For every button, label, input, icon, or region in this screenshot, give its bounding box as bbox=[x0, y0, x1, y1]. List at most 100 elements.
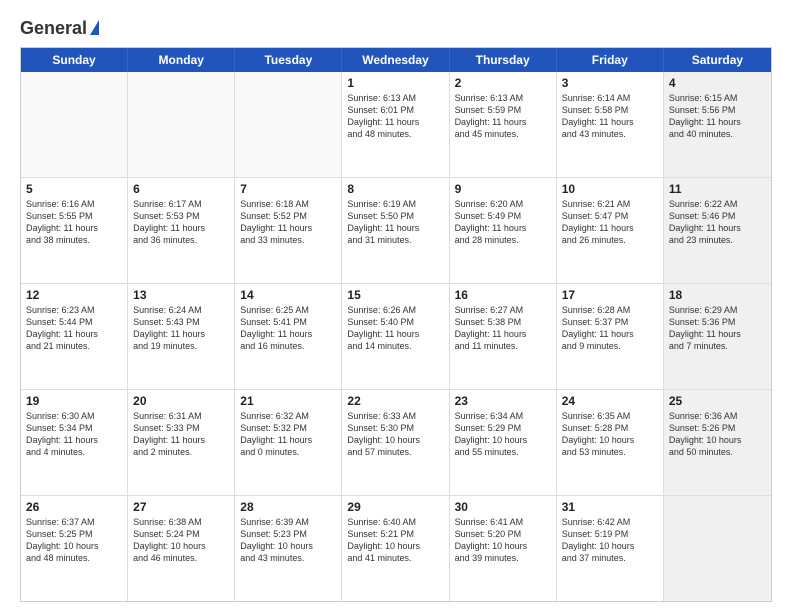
calendar-cell-row1-col7: 4 Sunrise: 6:15 AM Sunset: 5:56 PM Daylig… bbox=[664, 72, 771, 177]
day-info: Sunrise: 6:40 AM Sunset: 5:21 PM Dayligh… bbox=[347, 516, 443, 565]
day-number: 2 bbox=[455, 76, 551, 90]
calendar-cell-row1-col2 bbox=[128, 72, 235, 177]
day-info: Sunrise: 6:13 AM Sunset: 6:01 PM Dayligh… bbox=[347, 92, 443, 141]
calendar-cell-row3-col4: 15 Sunrise: 6:26 AM Sunset: 5:40 PM Dayli… bbox=[342, 284, 449, 389]
weekday-header-thursday: Thursday bbox=[450, 48, 557, 72]
day-number: 22 bbox=[347, 394, 443, 408]
day-number: 28 bbox=[240, 500, 336, 514]
day-info: Sunrise: 6:23 AM Sunset: 5:44 PM Dayligh… bbox=[26, 304, 122, 353]
weekday-header-saturday: Saturday bbox=[664, 48, 771, 72]
day-number: 7 bbox=[240, 182, 336, 196]
calendar-cell-row2-col6: 10 Sunrise: 6:21 AM Sunset: 5:47 PM Dayli… bbox=[557, 178, 664, 283]
day-info: Sunrise: 6:22 AM Sunset: 5:46 PM Dayligh… bbox=[669, 198, 766, 247]
weekday-header-monday: Monday bbox=[128, 48, 235, 72]
day-info: Sunrise: 6:13 AM Sunset: 5:59 PM Dayligh… bbox=[455, 92, 551, 141]
day-number: 12 bbox=[26, 288, 122, 302]
day-info: Sunrise: 6:21 AM Sunset: 5:47 PM Dayligh… bbox=[562, 198, 658, 247]
day-number: 27 bbox=[133, 500, 229, 514]
day-info: Sunrise: 6:34 AM Sunset: 5:29 PM Dayligh… bbox=[455, 410, 551, 459]
logo-general-text: General bbox=[20, 18, 87, 39]
calendar-cell-row5-col4: 29 Sunrise: 6:40 AM Sunset: 5:21 PM Dayli… bbox=[342, 496, 449, 601]
weekday-header-sunday: Sunday bbox=[21, 48, 128, 72]
day-number: 5 bbox=[26, 182, 122, 196]
logo-triangle-icon bbox=[90, 20, 99, 35]
day-number: 30 bbox=[455, 500, 551, 514]
day-info: Sunrise: 6:33 AM Sunset: 5:30 PM Dayligh… bbox=[347, 410, 443, 459]
day-info: Sunrise: 6:37 AM Sunset: 5:25 PM Dayligh… bbox=[26, 516, 122, 565]
calendar-row-1: 1 Sunrise: 6:13 AM Sunset: 6:01 PM Daylig… bbox=[21, 72, 771, 178]
day-info: Sunrise: 6:32 AM Sunset: 5:32 PM Dayligh… bbox=[240, 410, 336, 459]
weekday-header-tuesday: Tuesday bbox=[235, 48, 342, 72]
calendar-cell-row4-col1: 19Sunrise: 6:30 AM Sunset: 5:34 PM Dayli… bbox=[21, 390, 128, 495]
calendar-cell-row4-col4: 22 Sunrise: 6:33 AM Sunset: 5:30 PM Dayli… bbox=[342, 390, 449, 495]
calendar-body: 1 Sunrise: 6:13 AM Sunset: 6:01 PM Daylig… bbox=[21, 72, 771, 601]
day-info: Sunrise: 6:20 AM Sunset: 5:49 PM Dayligh… bbox=[455, 198, 551, 247]
calendar-row-4: 19Sunrise: 6:30 AM Sunset: 5:34 PM Dayli… bbox=[21, 390, 771, 496]
calendar-cell-row3-col7: 18 Sunrise: 6:29 AM Sunset: 5:36 PM Dayli… bbox=[664, 284, 771, 389]
day-number: 15 bbox=[347, 288, 443, 302]
calendar-cell-row1-col3 bbox=[235, 72, 342, 177]
calendar-cell-row4-col2: 20 Sunrise: 6:31 AM Sunset: 5:33 PM Dayli… bbox=[128, 390, 235, 495]
logo: General bbox=[20, 18, 99, 37]
calendar-cell-row1-col4: 1 Sunrise: 6:13 AM Sunset: 6:01 PM Daylig… bbox=[342, 72, 449, 177]
calendar-cell-row1-col6: 3 Sunrise: 6:14 AM Sunset: 5:58 PM Daylig… bbox=[557, 72, 664, 177]
day-number: 23 bbox=[455, 394, 551, 408]
day-number: 18 bbox=[669, 288, 766, 302]
day-number: 1 bbox=[347, 76, 443, 90]
day-info: Sunrise: 6:25 AM Sunset: 5:41 PM Dayligh… bbox=[240, 304, 336, 353]
day-info: Sunrise: 6:24 AM Sunset: 5:43 PM Dayligh… bbox=[133, 304, 229, 353]
calendar-cell-row5-col6: 31Sunrise: 6:42 AM Sunset: 5:19 PM Dayli… bbox=[557, 496, 664, 601]
calendar-cell-row4-col5: 23 Sunrise: 6:34 AM Sunset: 5:29 PM Dayli… bbox=[450, 390, 557, 495]
calendar-row-2: 5 Sunrise: 6:16 AM Sunset: 5:55 PM Daylig… bbox=[21, 178, 771, 284]
calendar-cell-row1-col1 bbox=[21, 72, 128, 177]
day-info: Sunrise: 6:15 AM Sunset: 5:56 PM Dayligh… bbox=[669, 92, 766, 141]
day-number: 3 bbox=[562, 76, 658, 90]
calendar-cell-row4-col7: 25 Sunrise: 6:36 AM Sunset: 5:26 PM Dayli… bbox=[664, 390, 771, 495]
day-number: 29 bbox=[347, 500, 443, 514]
calendar-cell-row2-col2: 6 Sunrise: 6:17 AM Sunset: 5:53 PM Daylig… bbox=[128, 178, 235, 283]
day-number: 19 bbox=[26, 394, 122, 408]
day-info: Sunrise: 6:14 AM Sunset: 5:58 PM Dayligh… bbox=[562, 92, 658, 141]
day-info: Sunrise: 6:38 AM Sunset: 5:24 PM Dayligh… bbox=[133, 516, 229, 565]
calendar-cell-row4-col3: 21Sunrise: 6:32 AM Sunset: 5:32 PM Dayli… bbox=[235, 390, 342, 495]
day-info: Sunrise: 6:19 AM Sunset: 5:50 PM Dayligh… bbox=[347, 198, 443, 247]
calendar-cell-row5-col2: 27 Sunrise: 6:38 AM Sunset: 5:24 PM Dayli… bbox=[128, 496, 235, 601]
header: General bbox=[20, 18, 772, 37]
day-info: Sunrise: 6:28 AM Sunset: 5:37 PM Dayligh… bbox=[562, 304, 658, 353]
day-number: 9 bbox=[455, 182, 551, 196]
calendar-cell-row3-col1: 12 Sunrise: 6:23 AM Sunset: 5:44 PM Dayli… bbox=[21, 284, 128, 389]
day-number: 31 bbox=[562, 500, 658, 514]
day-number: 24 bbox=[562, 394, 658, 408]
day-number: 25 bbox=[669, 394, 766, 408]
day-number: 26 bbox=[26, 500, 122, 514]
calendar-cell-row2-col1: 5 Sunrise: 6:16 AM Sunset: 5:55 PM Daylig… bbox=[21, 178, 128, 283]
calendar-cell-row2-col3: 7 Sunrise: 6:18 AM Sunset: 5:52 PM Daylig… bbox=[235, 178, 342, 283]
day-number: 4 bbox=[669, 76, 766, 90]
day-number: 6 bbox=[133, 182, 229, 196]
day-number: 10 bbox=[562, 182, 658, 196]
day-info: Sunrise: 6:18 AM Sunset: 5:52 PM Dayligh… bbox=[240, 198, 336, 247]
calendar-cell-row5-col3: 28 Sunrise: 6:39 AM Sunset: 5:23 PM Dayli… bbox=[235, 496, 342, 601]
day-number: 11 bbox=[669, 182, 766, 196]
calendar-row-5: 26 Sunrise: 6:37 AM Sunset: 5:25 PM Dayli… bbox=[21, 496, 771, 601]
calendar-cell-row2-col7: 11 Sunrise: 6:22 AM Sunset: 5:46 PM Dayli… bbox=[664, 178, 771, 283]
day-info: Sunrise: 6:39 AM Sunset: 5:23 PM Dayligh… bbox=[240, 516, 336, 565]
day-info: Sunrise: 6:36 AM Sunset: 5:26 PM Dayligh… bbox=[669, 410, 766, 459]
day-info: Sunrise: 6:31 AM Sunset: 5:33 PM Dayligh… bbox=[133, 410, 229, 459]
page-container: General SundayMondayTuesdayWednesdayThur… bbox=[0, 0, 792, 612]
day-info: Sunrise: 6:29 AM Sunset: 5:36 PM Dayligh… bbox=[669, 304, 766, 353]
day-number: 16 bbox=[455, 288, 551, 302]
day-info: Sunrise: 6:26 AM Sunset: 5:40 PM Dayligh… bbox=[347, 304, 443, 353]
day-info: Sunrise: 6:35 AM Sunset: 5:28 PM Dayligh… bbox=[562, 410, 658, 459]
calendar-cell-row3-col2: 13 Sunrise: 6:24 AM Sunset: 5:43 PM Dayli… bbox=[128, 284, 235, 389]
day-info: Sunrise: 6:27 AM Sunset: 5:38 PM Dayligh… bbox=[455, 304, 551, 353]
day-number: 17 bbox=[562, 288, 658, 302]
calendar: SundayMondayTuesdayWednesdayThursdayFrid… bbox=[20, 47, 772, 602]
day-number: 13 bbox=[133, 288, 229, 302]
day-number: 20 bbox=[133, 394, 229, 408]
day-info: Sunrise: 6:16 AM Sunset: 5:55 PM Dayligh… bbox=[26, 198, 122, 247]
calendar-cell-row2-col5: 9 Sunrise: 6:20 AM Sunset: 5:49 PM Daylig… bbox=[450, 178, 557, 283]
calendar-cell-row3-col3: 14Sunrise: 6:25 AM Sunset: 5:41 PM Dayli… bbox=[235, 284, 342, 389]
calendar-cell-row3-col6: 17 Sunrise: 6:28 AM Sunset: 5:37 PM Dayli… bbox=[557, 284, 664, 389]
day-info: Sunrise: 6:17 AM Sunset: 5:53 PM Dayligh… bbox=[133, 198, 229, 247]
